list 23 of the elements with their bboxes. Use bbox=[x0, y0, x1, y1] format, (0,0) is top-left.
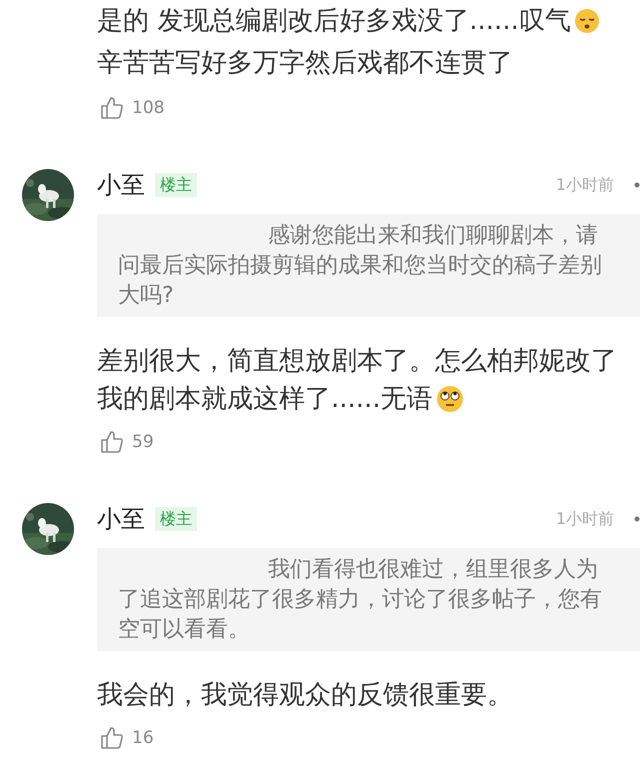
quoted-reply: 我们看得也很难过，组里很多人为 了追这部剧花了很多精力，讨论了很多帖子，您有 空可以看看。 bbox=[97, 548, 640, 651]
thumbs-up-icon[interactable] bbox=[100, 96, 124, 120]
username[interactable]: 小至 bbox=[97, 169, 145, 201]
author-badge: 楼主 bbox=[155, 507, 197, 531]
comment-text: 我的剧本就成这样了......无语 bbox=[97, 383, 433, 416]
comment-text: 是的 发现总编剧改后好多戏没了......叹气 bbox=[97, 5, 571, 38]
quoted-reply: 感谢您能出来和我们聊聊剧本，请 问最后实际拍摄剪辑的成果和您当时交的稿子差别 大吗? bbox=[97, 214, 640, 317]
timestamp: 1小时前 bbox=[556, 174, 614, 196]
like-count: 59 bbox=[132, 432, 154, 452]
username[interactable]: 小至 bbox=[97, 503, 145, 535]
comment-text: 我会的，我觉得观众的反馈很重要。 bbox=[97, 679, 513, 712]
like-count: 16 bbox=[132, 728, 154, 748]
eye-roll-emoji-icon bbox=[436, 385, 464, 413]
author-badge: 楼主 bbox=[155, 173, 197, 197]
comment-text: 差别很大，简直想放剧本了。怎么柏邦妮改了 bbox=[97, 345, 617, 378]
like-count: 108 bbox=[132, 98, 164, 118]
timestamp: 1小时前 bbox=[556, 508, 614, 530]
thumbs-up-icon[interactable] bbox=[100, 430, 124, 454]
sad-face-emoji-icon bbox=[574, 8, 600, 34]
thumbs-up-icon[interactable] bbox=[100, 726, 124, 750]
more-icon[interactable] bbox=[634, 182, 640, 188]
comment-text: 辛苦苦写好多万字然后戏都不连贯了 bbox=[97, 47, 513, 80]
more-icon[interactable] bbox=[634, 516, 640, 522]
